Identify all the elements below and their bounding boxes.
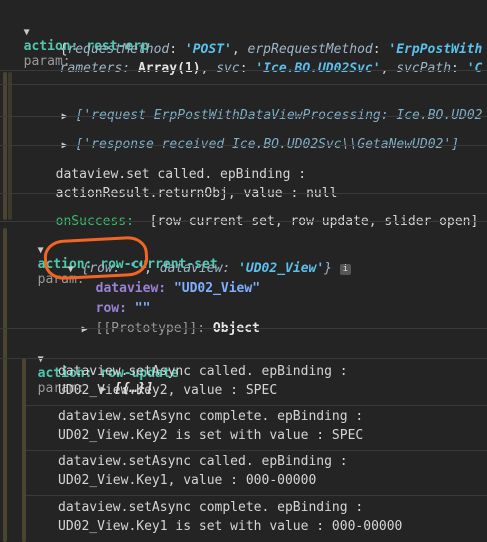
value: 'Ice.BO.UD02Svc' xyxy=(255,61,381,76)
brace: } xyxy=(324,261,332,276)
log-entry-dataview-set-line2: actionResult.returnObj, value : null xyxy=(40,171,338,201)
key: svcPath xyxy=(396,61,452,76)
collapse-triangle-icon[interactable]: ▼ xyxy=(24,27,30,38)
log-entry-request[interactable]: ▶ ['request ErpPostWithDataViewProcessin… xyxy=(46,93,483,123)
group-gutter xyxy=(8,72,12,220)
value: Array(1) xyxy=(137,61,201,76)
message-line: UD02_View.Key2, value : SPEC xyxy=(58,383,278,398)
message-line: dataview.setAsync called. epBinding : xyxy=(58,454,348,469)
group-gutter xyxy=(3,72,7,220)
log-entry-onsuccess: onSuccess: [row-current-set, row-update,… xyxy=(40,199,479,229)
key: rameters: xyxy=(59,61,138,76)
group-gutter xyxy=(3,228,7,542)
expand-triangle-icon[interactable]: ▶ xyxy=(82,324,88,335)
separator xyxy=(26,405,487,406)
message-line: dataview.setAsync complete. epBinding : xyxy=(58,409,364,424)
property-prototype[interactable]: ▶ [[Prototype]]: Object xyxy=(66,306,260,336)
value: 'C xyxy=(466,61,483,76)
collapse-triangle-icon[interactable]: ▼ xyxy=(38,245,44,256)
message-line: UD02_View.Key2 is set with value : SPEC xyxy=(58,428,364,443)
collapse-triangle-icon[interactable]: ▼ xyxy=(38,354,44,365)
separator xyxy=(26,450,487,451)
message-line: dataview.setAsync called. epBinding : xyxy=(58,364,348,379)
message-line: UD02_View.Key1 is set with value : 000-0… xyxy=(58,519,403,534)
message-line: dataview.setAsync complete. epBinding : xyxy=(58,500,364,515)
key: svc xyxy=(216,61,240,76)
log-entry-response[interactable]: ▶ ['response received Ice.BO.UD02Svc\\Ge… xyxy=(46,122,459,152)
info-icon[interactable]: i xyxy=(339,264,351,275)
separator xyxy=(26,495,487,496)
property-value: "UD02_View" xyxy=(173,281,261,296)
param-object-preview-line2: rameters: Array(1), svc: 'Ice.BO.UD02Svc… xyxy=(59,61,483,76)
message-line: UD02_View.Key1, value : 000-00000 xyxy=(58,473,317,488)
